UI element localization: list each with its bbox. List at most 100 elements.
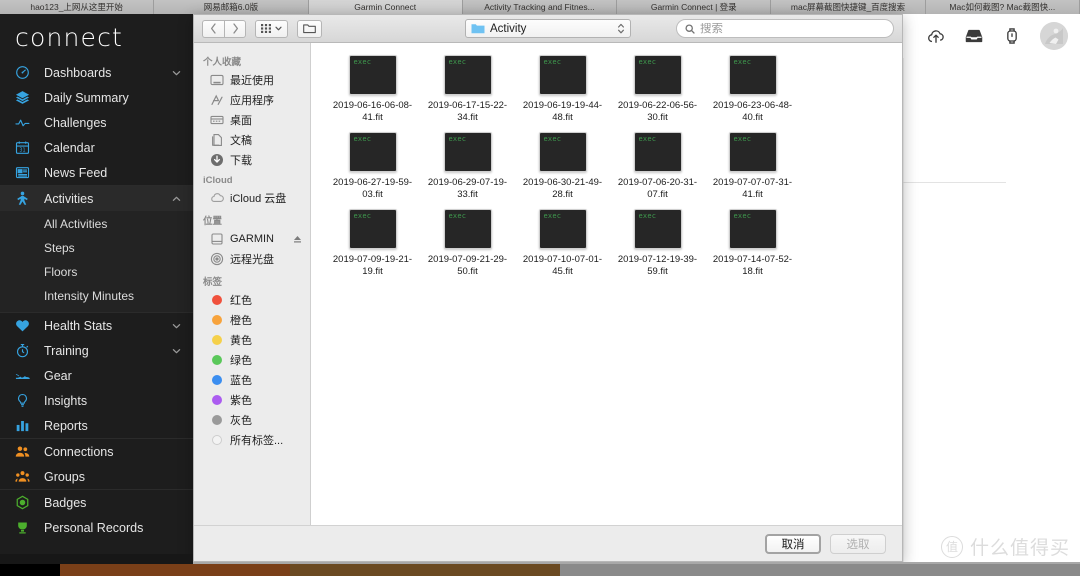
browser-tab[interactable]: Garmin Connect xyxy=(308,0,463,14)
file-item[interactable]: exec 2019-06-19-19-44-48.fit xyxy=(515,55,610,123)
browser-tab[interactable]: Garmin Connect | 登录 xyxy=(617,0,772,14)
back-button[interactable] xyxy=(202,19,224,38)
file-name: 2019-07-09-19-21-19.fit xyxy=(332,254,413,277)
file-item[interactable]: exec 2019-06-16-06-08-41.fit xyxy=(325,55,420,123)
finder-sidebar-item[interactable]: 灰色 xyxy=(194,410,310,430)
news-icon xyxy=(15,165,35,181)
sidebar-item-daily-summary[interactable]: Daily Summary xyxy=(0,85,193,110)
chevron-up-icon[interactable] xyxy=(172,194,181,203)
people-icon xyxy=(15,444,35,460)
forward-button[interactable] xyxy=(224,19,246,38)
finder-sidebar-item[interactable]: 文稿 xyxy=(194,130,310,150)
exec-label: exec xyxy=(448,135,467,143)
new-folder-button[interactable] xyxy=(297,19,322,38)
exec-label: exec xyxy=(733,58,752,66)
exec-label: exec xyxy=(733,135,752,143)
file-item[interactable]: exec 2019-07-06-20-31-07.fit xyxy=(610,132,705,200)
cloud-upload-icon[interactable] xyxy=(926,26,946,46)
garmin-logo[interactable]: connect xyxy=(0,14,193,60)
search-input[interactable] xyxy=(700,22,885,35)
finder-sidebar-item[interactable]: 紫色 xyxy=(194,390,310,410)
file-item[interactable]: exec 2019-07-14-07-52-18.fit xyxy=(705,209,800,277)
file-item[interactable]: exec 2019-07-07-07-31-41.fit xyxy=(705,132,800,200)
finder-sidebar-item[interactable]: 橙色 xyxy=(194,310,310,330)
sidebar-item-badges[interactable]: Badges xyxy=(0,490,193,515)
chevron-down-icon[interactable] xyxy=(172,321,181,330)
finder-sidebar-item[interactable]: 黄色 xyxy=(194,330,310,350)
shoe-icon xyxy=(15,368,35,384)
sidebar-item-challenges[interactable]: Challenges xyxy=(0,110,193,135)
browser-tab[interactable]: mac屏幕截图快捷键_百度搜索 xyxy=(771,0,926,14)
file-item[interactable]: exec 2019-07-12-19-39-59.fit xyxy=(610,209,705,277)
browser-tab[interactable]: Mac如何截图? Mac截图快... xyxy=(925,0,1080,14)
finder-sidebar-item[interactable]: 下载 xyxy=(194,150,310,170)
finder-sidebar-label: 黄色 xyxy=(230,335,252,347)
chevron-down-icon[interactable] xyxy=(172,346,181,355)
exec-file-icon: exec xyxy=(633,132,682,172)
file-item[interactable]: exec 2019-06-17-15-22-34.fit xyxy=(420,55,515,123)
finder-sidebar-item[interactable]: 绿色 xyxy=(194,350,310,370)
file-item[interactable]: exec 2019-07-09-19-21-19.fit xyxy=(325,209,420,277)
sidebar-item-calendar[interactable]: 31 Calendar xyxy=(0,135,193,160)
calendar-icon: 31 xyxy=(15,140,35,156)
file-item[interactable]: exec 2019-06-30-21-49-28.fit xyxy=(515,132,610,200)
sidebar-item-health-stats[interactable]: Health Stats xyxy=(0,313,193,338)
finder-sidebar-item[interactable]: 所有标签... xyxy=(194,430,310,450)
applications-icon xyxy=(210,93,224,107)
sidebar-subitem-all-activities[interactable]: All Activities xyxy=(0,212,193,236)
file-item[interactable]: exec 2019-06-27-19-59-03.fit xyxy=(325,132,420,200)
sidebar-item-reports[interactable]: Reports xyxy=(0,413,193,438)
inbox-icon[interactable] xyxy=(964,26,984,46)
browser-tab-strip: hao123_上网从这里开始 网易邮箱6.0版 Garmin Connect Acti… xyxy=(0,0,1080,14)
finder-sidebar-item[interactable]: iCloud 云盘 xyxy=(194,188,310,208)
sidebar-item-gear[interactable]: Gear xyxy=(0,363,193,388)
sidebar-item-activities[interactable]: Activities xyxy=(0,186,193,211)
avatar[interactable] xyxy=(1040,22,1068,50)
exec-label: exec xyxy=(638,58,657,66)
sidebar-subitem-floors[interactable]: Floors xyxy=(0,260,193,284)
browser-tab[interactable]: Activity Tracking and Fitnes... xyxy=(462,0,618,14)
finder-sidebar-item[interactable]: 远程光盘 xyxy=(194,249,310,269)
exec-file-icon: exec xyxy=(348,132,397,172)
file-item[interactable]: exec 2019-06-29-07-19-33.fit xyxy=(420,132,515,200)
tag-dot xyxy=(210,373,224,387)
sidebar-subitem-steps[interactable]: Steps xyxy=(0,236,193,260)
finder-sidebar-item[interactable]: 最近使用 xyxy=(194,70,310,90)
exec-file-icon: exec xyxy=(728,132,777,172)
file-browser-area[interactable]: exec 2019-06-16-06-08-41.fit exec 2019-06-1… xyxy=(311,43,902,525)
location-popup-button[interactable]: Activity xyxy=(465,19,631,38)
finder-sidebar-item[interactable]: 桌面 xyxy=(194,110,310,130)
sidebar-item-connections[interactable]: Connections xyxy=(0,439,193,464)
sidebar-item-training[interactable]: Training xyxy=(0,338,193,363)
watch-icon[interactable] xyxy=(1002,26,1022,46)
file-item[interactable]: exec 2019-06-23-06-48-40.fit xyxy=(705,55,800,123)
sidebar-item-groups[interactable]: Groups xyxy=(0,464,193,489)
file-name: 2019-06-27-19-59-03.fit xyxy=(332,177,413,200)
sidebar-item-label: Health Stats xyxy=(44,318,113,333)
file-item[interactable]: exec 2019-06-22-06-56-30.fit xyxy=(610,55,705,123)
finder-sidebar-item[interactable]: 红色 xyxy=(194,290,310,310)
finder-sidebar-item[interactable]: 应用程序 xyxy=(194,90,310,110)
trophy-icon xyxy=(15,520,35,536)
browser-tab[interactable]: 网易邮箱6.0版 xyxy=(154,0,309,14)
sidebar-item-insights[interactable]: Insights xyxy=(0,388,193,413)
file-item[interactable]: exec 2019-07-10-07-01-45.fit xyxy=(515,209,610,277)
exec-file-icon: exec xyxy=(538,209,587,249)
eject-icon[interactable] xyxy=(293,235,302,244)
view-options-button[interactable] xyxy=(255,19,288,38)
sidebar-item-personal-records[interactable]: Personal Records xyxy=(0,515,193,540)
browser-tab[interactable]: hao123_上网从这里开始 xyxy=(0,0,155,14)
chevron-down-icon[interactable] xyxy=(172,68,181,77)
cancel-button[interactable]: 取消 xyxy=(765,533,821,554)
finder-sidebar-item[interactable]: GARMIN xyxy=(194,229,310,249)
search-field[interactable] xyxy=(676,19,894,38)
file-item[interactable]: exec 2019-07-09-21-29-50.fit xyxy=(420,209,515,277)
file-name: 2019-06-19-19-44-48.fit xyxy=(522,100,603,123)
finder-sidebar-label: GARMIN xyxy=(230,233,274,245)
finder-sidebar-label: 最近使用 xyxy=(230,75,274,87)
sidebar-item-dashboards[interactable]: Dashboards xyxy=(0,60,193,85)
new-folder-icon xyxy=(303,23,316,34)
sidebar-subitem-intensity-minutes[interactable]: Intensity Minutes xyxy=(0,284,193,308)
finder-sidebar-item[interactable]: 蓝色 xyxy=(194,370,310,390)
sidebar-item-news-feed[interactable]: News Feed xyxy=(0,160,193,185)
